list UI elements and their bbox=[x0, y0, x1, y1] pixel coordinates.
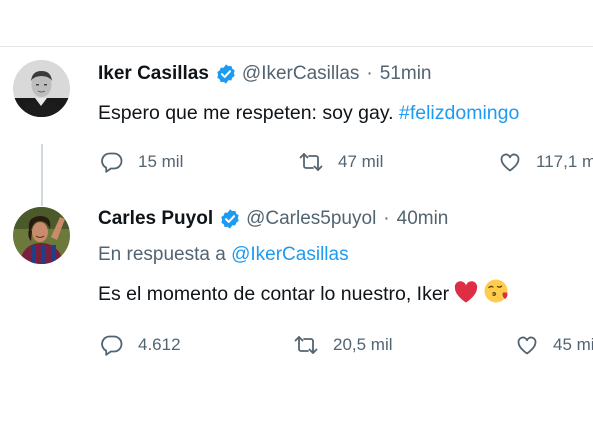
divider bbox=[0, 46, 593, 47]
retweet-icon bbox=[299, 153, 323, 171]
author-name[interactable]: Carles Puyol bbox=[98, 207, 213, 231]
tweet-text-body: Espero que me respeten: soy gay. bbox=[98, 102, 394, 124]
retweet-count: 47 mil bbox=[338, 152, 384, 171]
hashtag-link[interactable]: #felizdomingo bbox=[399, 102, 519, 124]
football-player-photo-avatar-icon bbox=[13, 207, 70, 264]
heart-icon bbox=[500, 153, 520, 172]
reply-to-mention[interactable]: @IkerCasillas bbox=[231, 244, 348, 265]
tweet-text-body: Es el momento de contar lo nuestro, Iker bbox=[98, 283, 450, 305]
retweet-button[interactable]: 20,5 mil bbox=[293, 333, 393, 357]
thread-connector-line bbox=[41, 144, 43, 206]
face-blowing-kiss-emoji-icon bbox=[483, 278, 509, 311]
reply-icon bbox=[101, 152, 123, 173]
man-photo-avatar-icon bbox=[13, 60, 70, 117]
tweet-actions: 15 mil 47 mil 117,1 mil bbox=[100, 150, 593, 176]
tweet-header: Iker Casillas @IkerCasillas · 51min bbox=[98, 60, 593, 88]
author-name[interactable]: Iker Casillas bbox=[98, 62, 209, 86]
like-button[interactable]: 117,1 mil bbox=[498, 150, 593, 174]
reply-count: 4.612 bbox=[138, 335, 181, 354]
author-handle[interactable]: @IkerCasillas bbox=[242, 62, 359, 86]
reply-count: 15 mil bbox=[138, 152, 184, 171]
reply-button[interactable]: 15 mil bbox=[100, 150, 183, 174]
reply-context: En respuesta a @IkerCasillas bbox=[98, 243, 593, 267]
like-count: 45 mil bbox=[553, 335, 593, 354]
heart-icon bbox=[517, 336, 537, 355]
reply-prefix: En respuesta a bbox=[98, 244, 226, 265]
tweet-text: Espero que me respeten: soy gay. #felizd… bbox=[98, 100, 593, 126]
retweet-button[interactable]: 47 mil bbox=[298, 150, 383, 174]
reply-button[interactable]: 4.612 bbox=[100, 333, 181, 357]
separator-dot: · bbox=[383, 208, 390, 229]
reply-icon bbox=[101, 335, 123, 356]
author-handle[interactable]: @Carles5puyol bbox=[246, 207, 376, 231]
verified-badge-icon bbox=[217, 64, 235, 84]
tweet-thread: Iker Casillas @IkerCasillas · 51min Espe… bbox=[0, 0, 593, 443]
tweet-text: Es el momento de contar lo nuestro, Iker bbox=[98, 278, 593, 311]
red-heart-emoji-icon bbox=[453, 280, 479, 311]
separator-dot: · bbox=[366, 63, 373, 84]
tweet-header: Carles Puyol @Carles5puyol · 40min bbox=[98, 205, 593, 233]
like-count: 117,1 mil bbox=[536, 152, 593, 171]
timestamp[interactable]: 40min bbox=[397, 207, 449, 231]
tweet-actions: 4.612 20,5 mil 45 mil bbox=[100, 333, 593, 359]
avatar[interactable] bbox=[13, 60, 70, 117]
like-button[interactable]: 45 mil bbox=[515, 333, 593, 357]
retweet-icon bbox=[294, 336, 318, 354]
timestamp[interactable]: 51min bbox=[380, 62, 432, 86]
retweet-count: 20,5 mil bbox=[333, 335, 393, 354]
verified-badge-icon bbox=[221, 209, 239, 229]
avatar[interactable] bbox=[13, 207, 70, 264]
